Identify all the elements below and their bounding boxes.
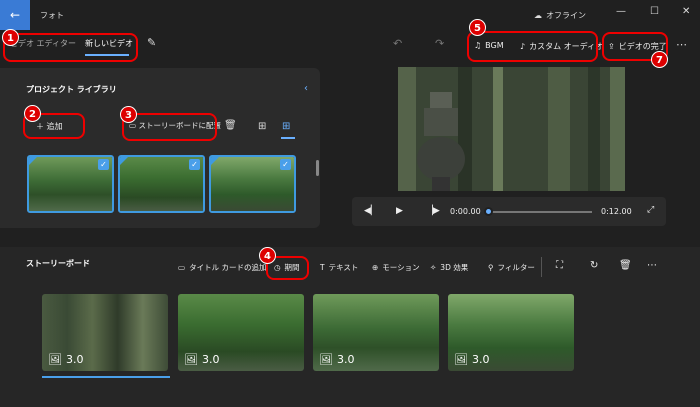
storyboard-title: ストーリーボード [26,259,90,268]
image-icon: 🖼 [184,353,198,366]
storyboard-clip[interactable]: 🖼 3.0 [313,294,439,371]
delete-clip-icon[interactable]: 🗑 [619,260,632,271]
collapse-library-icon[interactable]: ‹ [304,83,308,94]
tool-label: モーション [382,263,420,272]
crop-icon[interactable]: ⛶ [556,260,563,271]
large-grid-icon[interactable]: ⊞ [258,121,266,132]
clip-duration: 3.0 [65,353,84,366]
tool-label: 3D 効果 [440,263,469,272]
library-item[interactable]: ✓ [27,155,114,213]
filters-button[interactable]: ⚲ フィルター [488,262,535,273]
tool-label: タイトル カードの追加 [189,263,267,272]
next-frame-icon[interactable]: ▕▶ [426,206,440,216]
offline-status: ☁ オフライン [534,10,586,21]
cloud-off-icon: ☁ [534,11,542,20]
clip-duration: 3.0 [201,353,220,366]
back-button[interactable]: ← [0,0,30,30]
3d-effects-button[interactable]: ✧ 3D 効果 [430,262,468,273]
rotate-icon[interactable]: ↻ [590,260,598,271]
clip-duration: 3.0 [471,353,490,366]
callout-badge: 2 [24,105,41,122]
library-item[interactable]: ✓ [118,155,205,213]
arrow-left-icon: ← [9,8,21,22]
library-title: プロジェクト ライブラリ [26,85,117,94]
callout-badge: 5 [469,19,486,36]
effects-icon: ✧ [430,263,437,272]
checkmark-icon[interactable]: ✓ [189,159,200,170]
fullscreen-icon[interactable]: ⤢ [647,205,654,215]
callout-audio [467,31,598,62]
preview-image [398,67,625,191]
callout-badge: 7 [651,51,668,68]
more-options-icon[interactable]: ⋯ [647,260,657,271]
text-button[interactable]: T テキスト [320,262,358,273]
selected-clip-indicator [42,376,170,378]
image-icon: 🖼 [319,353,333,366]
image-icon: 🖼 [48,353,62,366]
filter-icon: ⚲ [488,263,494,272]
tool-label: フィルター [497,263,535,272]
motion-icon: ⊕ [372,263,379,272]
edit-name-icon[interactable]: ✎ [147,36,156,49]
clip-duration: 3.0 [336,353,355,366]
app-title: フォト [40,11,64,20]
callout-badge: 4 [259,247,276,264]
offline-label: オフライン [546,11,586,20]
add-title-card-button[interactable]: ▭ タイトル カードの追加 [178,262,266,273]
image-icon: 🖼 [454,353,468,366]
minimize-button[interactable]: — [616,6,626,17]
total-time: 0:12.00 [601,207,632,216]
storyboard-clip[interactable]: 🖼 3.0 [178,294,304,371]
seek-bar[interactable] [487,211,592,213]
text-icon: T [320,263,325,272]
play-icon[interactable]: ▶ [396,206,403,216]
checkmark-icon[interactable]: ✓ [280,159,291,170]
small-grid-icon[interactable]: ⊞ [282,121,290,132]
storyboard-clip[interactable]: 🖼 3.0 [42,294,168,371]
previous-frame-icon[interactable]: ◀▏ [364,206,378,216]
grid-selected-underline [281,137,295,139]
video-preview[interactable] [398,67,625,191]
checkmark-icon[interactable]: ✓ [98,159,109,170]
storyboard-clip[interactable]: 🖼 3.0 [448,294,574,371]
close-button[interactable]: ✕ [682,6,690,17]
library-item[interactable]: ✓ [209,155,296,213]
title-card-icon: ▭ [178,263,186,272]
callout-badge: 1 [2,29,19,46]
current-time: 0:00.00 [450,207,481,216]
library-scrollbar[interactable] [316,160,319,176]
redo-icon[interactable]: ↷ [435,37,444,50]
callout-breadcrumb [3,33,138,62]
maximize-button[interactable]: ☐ [650,6,659,17]
motion-button[interactable]: ⊕ モーション [372,262,420,273]
more-icon[interactable]: ⋯ [676,38,687,51]
undo-icon[interactable]: ↶ [393,37,402,50]
callout-badge: 3 [120,106,137,123]
seek-handle[interactable] [484,207,493,216]
delete-icon[interactable]: 🗑 [224,120,237,131]
tool-label: テキスト [328,263,359,272]
toolbar-divider [541,257,542,277]
